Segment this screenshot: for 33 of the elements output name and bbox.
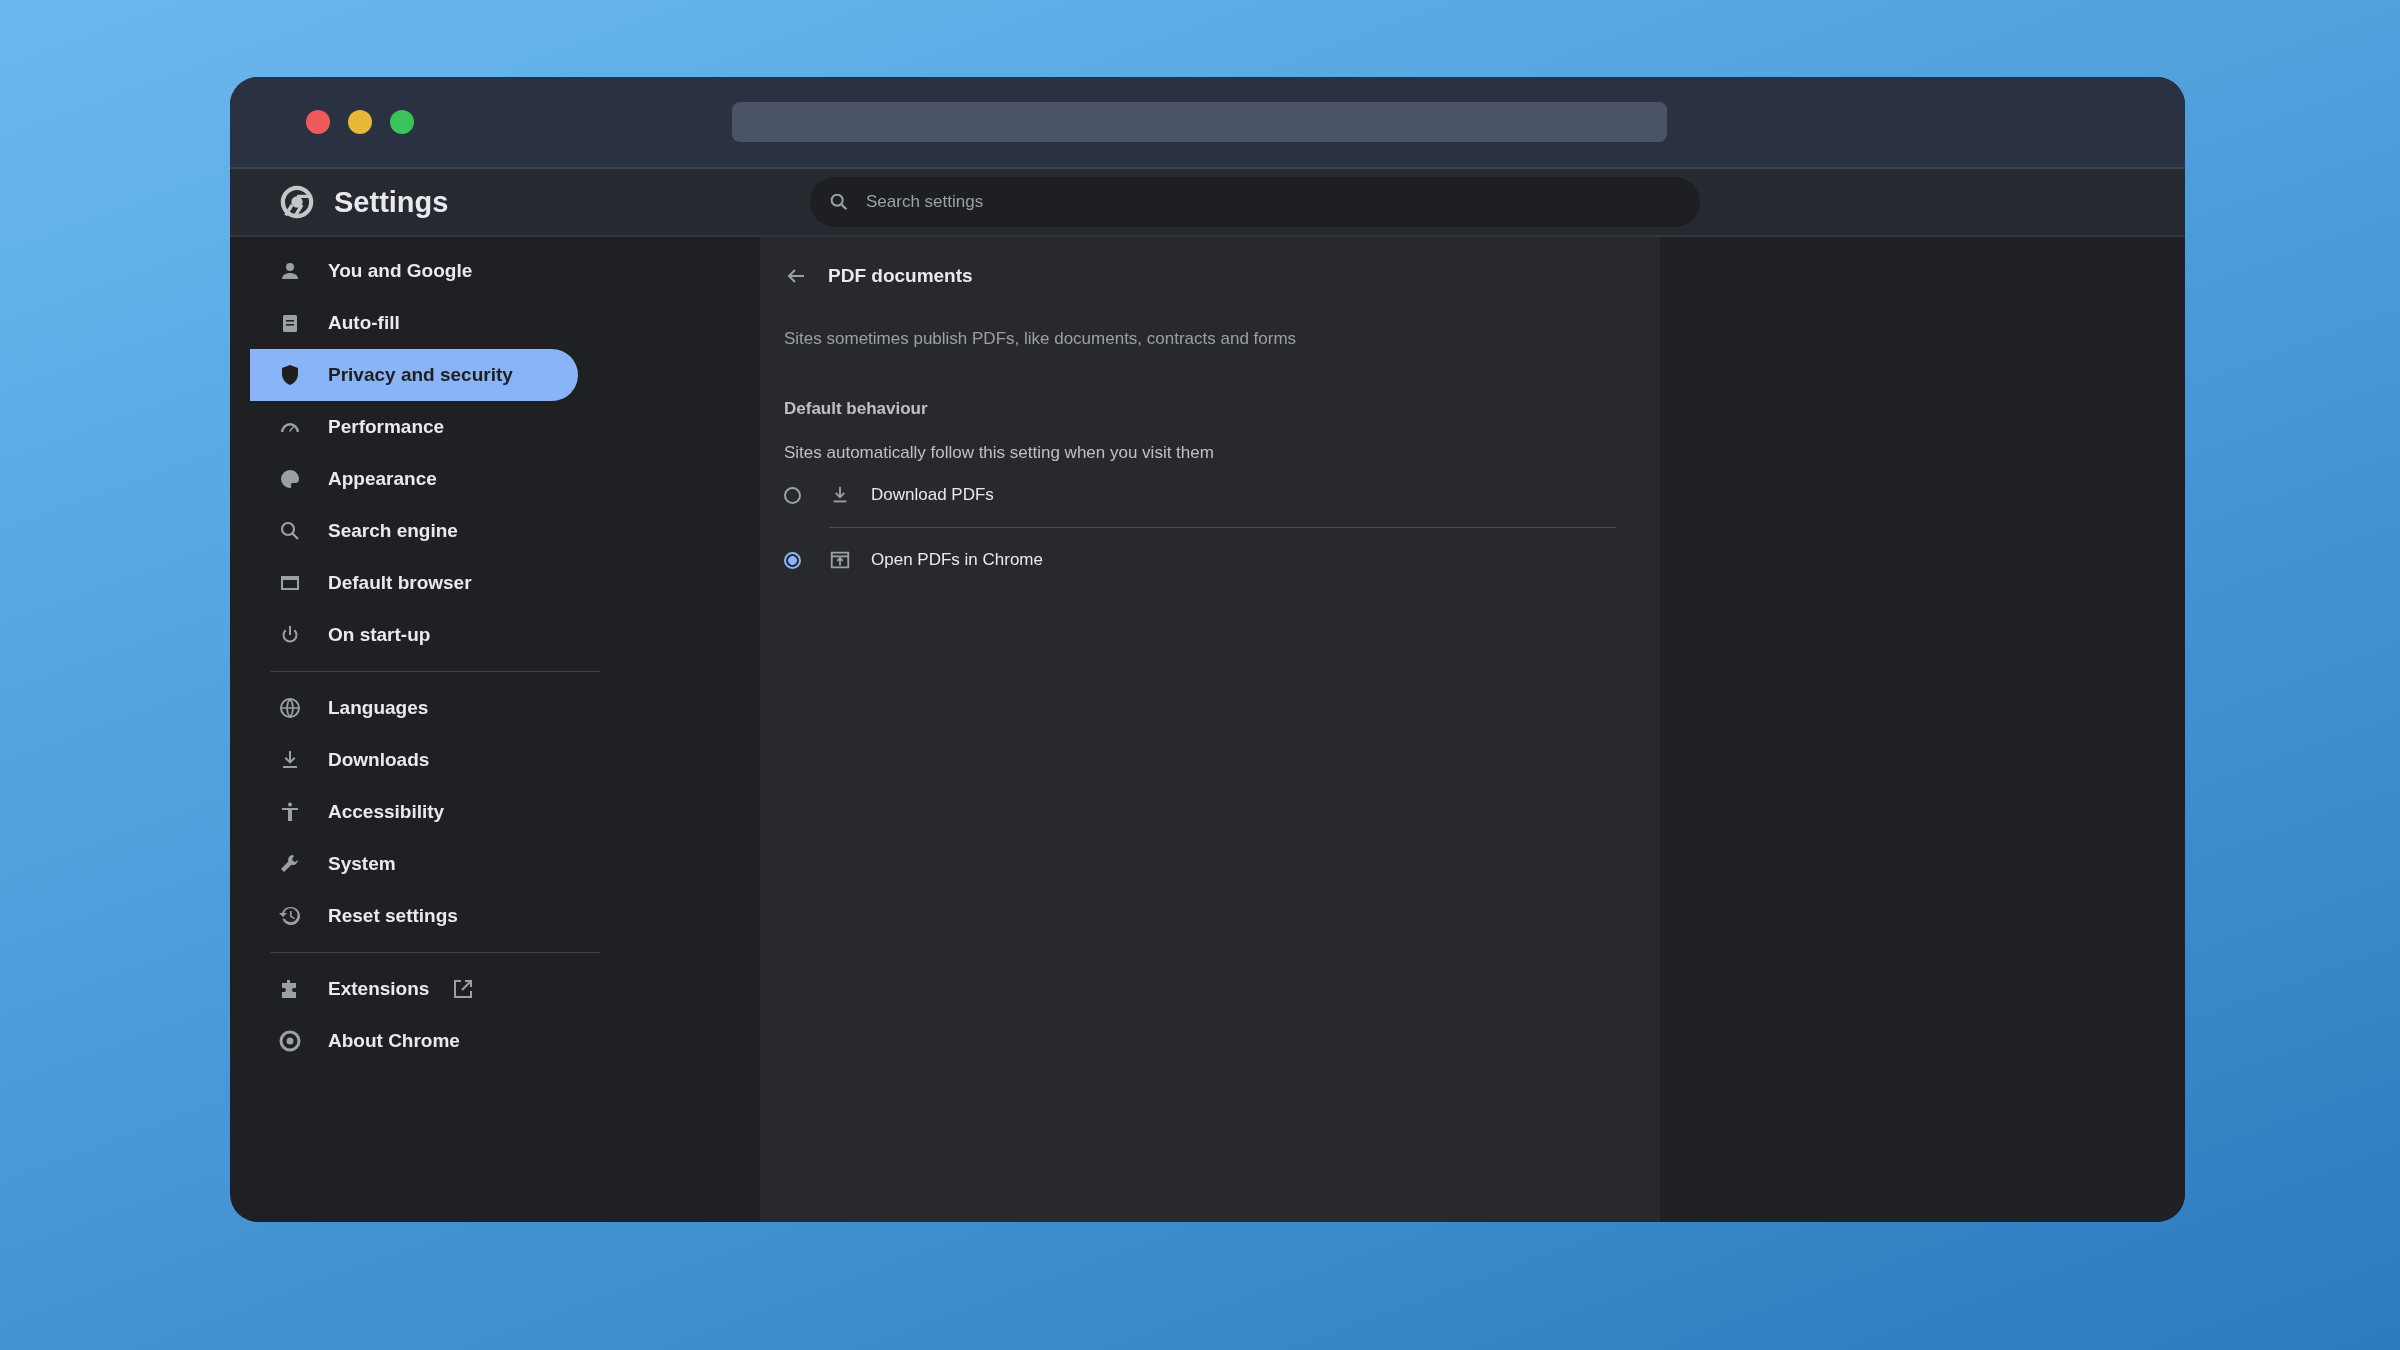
globe-icon <box>278 696 302 720</box>
option-label: Download PDFs <box>871 485 994 505</box>
sidebar-item[interactable]: Reset settings <box>250 890 578 942</box>
sidebar-item[interactable]: Auto-fill <box>250 297 578 349</box>
sidebar-item[interactable]: On start-up <box>250 609 578 661</box>
hint-text: Sites automatically follow this setting when you visit them <box>784 443 1215 463</box>
maximize-button[interactable] <box>390 110 414 134</box>
window-upload-icon <box>829 549 851 571</box>
sidebar-item[interactable]: Languages <box>250 682 578 734</box>
sidebar-item[interactable]: Default browser <box>250 557 578 609</box>
history-icon <box>278 904 302 928</box>
sidebar-item[interactable]: Downloads <box>250 734 578 786</box>
sidebar-item[interactable]: Appearance <box>250 453 578 505</box>
radio-button[interactable] <box>784 551 801 569</box>
sidebar-item[interactable]: About Chrome <box>250 1015 578 1067</box>
settings-title: Settings <box>334 185 449 219</box>
search-field[interactable]: Search settings <box>810 177 1700 227</box>
search-icon <box>828 191 850 213</box>
sidebar-item[interactable]: System <box>250 838 578 890</box>
page-title: PDF documents <box>828 265 973 287</box>
close-button[interactable] <box>306 110 330 134</box>
sidebar-item[interactable]: Extensions <box>250 963 578 1015</box>
sidebar-item[interactable]: Accessibility <box>250 786 578 838</box>
sidebar-item[interactable]: Search engine <box>250 505 578 557</box>
section-heading: Default behaviour <box>784 399 929 419</box>
description-text: Sites sometimes publish PDFs, like documents, contracts and forms <box>784 329 1298 349</box>
palette-icon <box>278 467 302 491</box>
sidebar-item[interactable]: Privacy and security <box>250 349 578 401</box>
minimize-button[interactable] <box>348 110 372 134</box>
sidebar-item[interactable]: You and Google <box>250 245 578 297</box>
sidebar-item[interactable]: Performance <box>250 401 578 453</box>
option-label: Open PDFs in Chrome <box>871 550 1043 570</box>
radio-button[interactable] <box>784 486 801 504</box>
